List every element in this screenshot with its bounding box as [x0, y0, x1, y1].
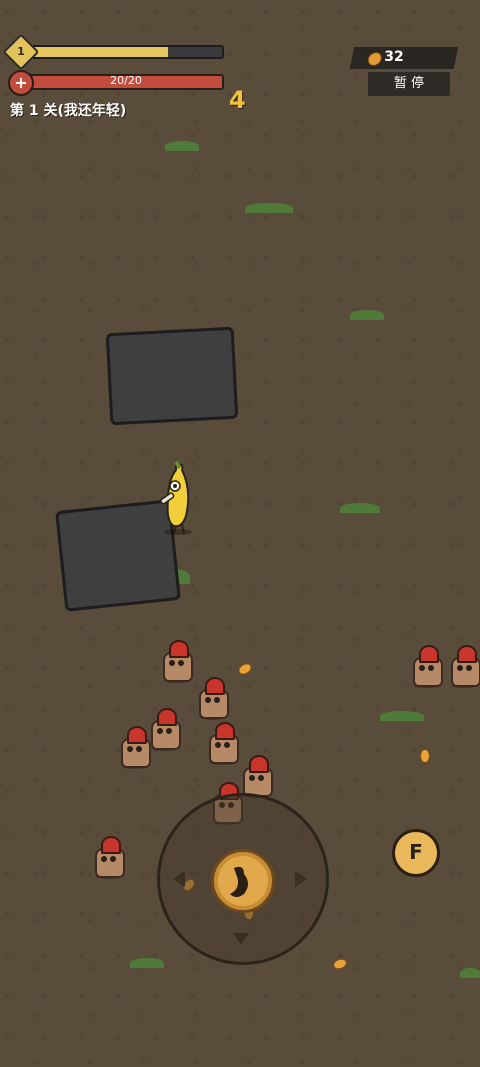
gold-drop — [420, 749, 430, 763]
arrow-right-icon — [295, 871, 307, 887]
arrow-left-icon — [173, 871, 185, 887]
zombie-enemy — [92, 836, 125, 879]
grass-tuft — [340, 503, 380, 513]
banana-player — [158, 460, 198, 536]
banana-player-icon — [160, 460, 192, 535]
zombie-enemy — [160, 640, 193, 683]
grass-tuft — [380, 711, 424, 721]
zombie-enemy — [148, 708, 181, 751]
xp-fill — [30, 47, 169, 57]
pause-button[interactable]: 暂 停 — [368, 72, 450, 96]
xp-track — [28, 45, 224, 59]
arrow-down-icon — [233, 933, 249, 945]
hp-bar: 20/20 + — [8, 70, 224, 96]
rock-ruin-upper — [105, 326, 239, 426]
grass-tuft — [245, 203, 293, 213]
grass-tuft — [460, 968, 480, 978]
coin-count: 32 — [384, 49, 404, 65]
coin-icon — [366, 52, 384, 66]
player-level: 1 — [17, 45, 25, 58]
zombie-enemy — [448, 645, 480, 688]
zombie-enemy — [240, 755, 273, 798]
zombie-enemy — [410, 645, 443, 688]
kill-count: 4 — [229, 86, 246, 114]
action-button[interactable]: F — [392, 829, 440, 877]
grass-tuft — [350, 310, 384, 320]
hp-value: 20/20 — [110, 74, 142, 87]
zombie-enemy — [118, 726, 151, 769]
xp-bar: 1 — [2, 33, 224, 71]
grass-tuft — [165, 141, 199, 151]
coin-counter: 32 — [349, 47, 459, 69]
zombie-enemy — [206, 722, 239, 765]
zombie-enemy — [196, 677, 229, 720]
stage-label: 第 1 关(我还年轻) — [10, 103, 127, 119]
joystick-arrows — [173, 871, 307, 945]
health-cross-icon: + — [8, 70, 34, 96]
